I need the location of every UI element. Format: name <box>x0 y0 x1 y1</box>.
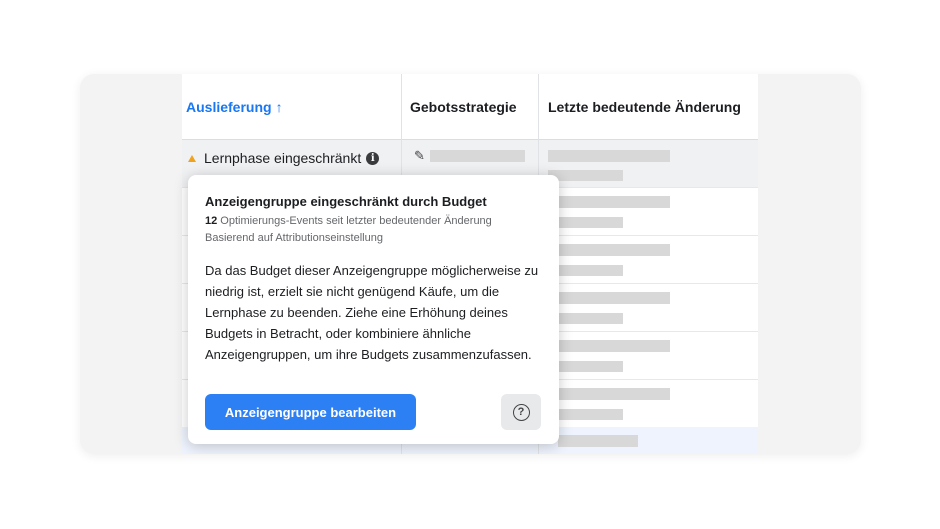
blurred-cell <box>548 170 623 181</box>
pencil-icon[interactable]: ✎ <box>414 148 425 164</box>
popover-body: Da das Budget dieser Anzeigengruppe mögl… <box>205 263 539 362</box>
help-button[interactable]: ? <box>501 394 541 430</box>
blurred-cell <box>558 409 623 420</box>
column-header-delivery-label: Auslieferung <box>186 99 272 115</box>
screenshot-frame: Auslieferung ↑ Gebotsstrategie Letzte be… <box>80 74 861 454</box>
blurred-cell <box>430 150 525 162</box>
edit-ad-set-button[interactable]: Anzeigengruppe bearbeiten <box>205 394 416 430</box>
optimization-events-count: 12 <box>205 215 218 227</box>
blurred-cell <box>558 388 670 400</box>
delivery-status-label: Lernphase eingeschränkt <box>204 150 362 166</box>
optimization-events-line: 12 Optimierungs-Events seit letzter bede… <box>205 213 492 230</box>
column-header-bid-strategy[interactable]: Gebotsstrategie <box>410 74 517 140</box>
blurred-cell <box>558 340 670 352</box>
blurred-cell <box>558 313 623 324</box>
info-icon[interactable]: i <box>366 151 380 165</box>
blurred-cell <box>558 217 623 228</box>
learning-limited-popover: Anzeigengruppe eingeschränkt durch Budge… <box>188 175 559 444</box>
column-header-last-change[interactable]: Letzte bedeutende Änderung <box>548 74 741 140</box>
column-header-bid-strategy-label: Gebotsstrategie <box>410 99 517 115</box>
delivery-status: Lernphase eingeschränkt i <box>188 150 380 166</box>
warning-triangle-icon <box>188 154 196 162</box>
column-header-last-change-label: Letzte bedeutende Änderung <box>548 99 741 115</box>
blurred-cell <box>558 435 638 447</box>
question-mark-icon: ? <box>512 403 530 421</box>
popover-title: Anzeigengruppe eingeschränkt durch Budge… <box>205 194 487 209</box>
attribution-note: Basierend auf Attributionseinstellung <box>205 232 383 244</box>
optimization-events-text: Optimierungs-Events seit letzter bedeute… <box>217 215 492 227</box>
popover-subtitle: 12 Optimierungs-Events seit letzter bede… <box>205 213 492 247</box>
blurred-cell <box>558 265 623 276</box>
blurred-cell <box>548 150 670 162</box>
blurred-cell <box>558 361 623 372</box>
blurred-cell <box>558 244 670 256</box>
blurred-cell <box>558 292 670 304</box>
blurred-cell <box>558 196 670 208</box>
arrow-up-icon: ↑ <box>275 99 283 115</box>
column-header-delivery[interactable]: Auslieferung ↑ <box>186 74 283 140</box>
